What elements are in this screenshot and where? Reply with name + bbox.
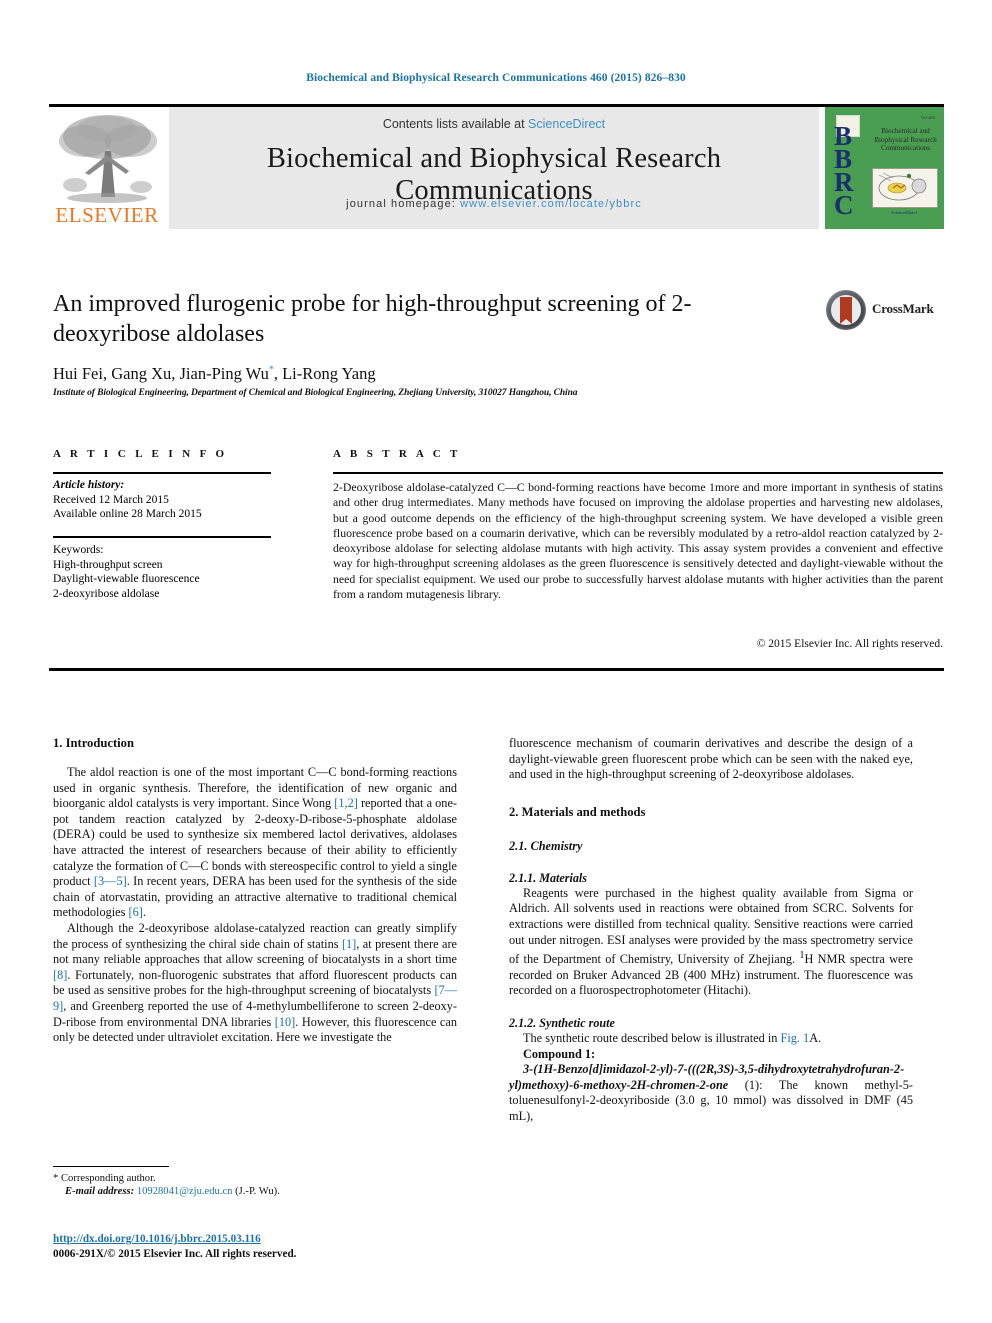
citation-link-1-2[interactable]: [1,2] bbox=[334, 796, 358, 810]
article-page: Biochemical and Biophysical Research Com… bbox=[0, 0, 992, 1323]
cover-journal-title: Biochemical and Biophysical Research Com… bbox=[874, 127, 937, 153]
compound-label: Compound 1: bbox=[523, 1046, 596, 1061]
email-label: E-mail address: bbox=[65, 1186, 135, 1198]
article-info-heading: A R T I C L E I N F O bbox=[53, 448, 228, 460]
abstract-rule-top bbox=[333, 472, 943, 474]
subsection-heading-chemistry: 2.1. Chemistry bbox=[509, 838, 583, 853]
doi-link[interactable]: http://dx.doi.org/10.1016/j.bbrc.2015.03… bbox=[53, 1233, 261, 1245]
contents-available-line: Contents lists available at ScienceDirec… bbox=[169, 117, 819, 131]
masthead-center: Contents lists available at ScienceDirec… bbox=[169, 107, 819, 229]
corresponding-author-note: * Corresponding author. bbox=[53, 1173, 156, 1184]
authors-tail: , Li-Rong Yang bbox=[273, 364, 376, 383]
doi-block: http://dx.doi.org/10.1016/j.bbrc.2015.03… bbox=[53, 1232, 457, 1261]
running-head: Biochemical and Biophysical Research Com… bbox=[306, 72, 686, 84]
abstract-text: 2-Deoxyribose aldolase-catalyzed C—C bon… bbox=[333, 480, 943, 602]
body-column-right: fluorescence mechanism of coumarin deriv… bbox=[509, 736, 913, 1125]
elsevier-logo: ELSEVIER bbox=[49, 107, 165, 230]
citation-link-3-5[interactable]: [3—5] bbox=[94, 874, 127, 888]
route-part-b: A. bbox=[809, 1031, 822, 1046]
cover-figure-thumbnail bbox=[872, 168, 938, 208]
contents-prefix: Contents lists available at bbox=[382, 117, 529, 131]
article-info-rule-mid bbox=[53, 536, 271, 538]
compound-paragraph: 3-(1H-Benzo[d]imidazol-2-yl)-7-(((2R,3S)… bbox=[509, 1062, 913, 1124]
cover-inner: Vol 460 BBRC Biochemical and Biophysical… bbox=[830, 111, 939, 225]
article-history-block: Article history: Received 12 March 2015 … bbox=[53, 478, 283, 522]
journal-cover-thumbnail: Vol 460 BBRC Biochemical and Biophysical… bbox=[825, 107, 944, 229]
elsevier-wordmark: ELSEVIER bbox=[55, 203, 159, 227]
email-note: E-mail address: 10928041@zju.edu.cn (J.-… bbox=[53, 1185, 457, 1198]
homepage-url-link[interactable]: www.elsevier.com/locate/ybbrc bbox=[460, 198, 642, 210]
article-info-rule-top bbox=[53, 472, 271, 474]
crossmark-inner-circle bbox=[831, 295, 861, 325]
intro-p2-part-c: . Fortunately, non-fluorogenic substrate… bbox=[53, 967, 457, 998]
bookmark-ribbon-icon bbox=[840, 297, 852, 324]
citation-link-8[interactable]: [8] bbox=[53, 968, 67, 982]
abstract-heading: A B S T R A C T bbox=[333, 448, 461, 460]
citation-link-1[interactable]: [1] bbox=[342, 937, 356, 951]
email-link[interactable]: 10928041@zju.edu.cn bbox=[137, 1186, 233, 1197]
issn-copyright-line: 0006-291X/© 2015 Elsevier Inc. All right… bbox=[53, 1247, 297, 1260]
keyword-item: 2-deoxyribose aldolase bbox=[53, 587, 160, 600]
keyword-item: High-throughput screen bbox=[53, 558, 163, 571]
author-list: Hui Fei, Gang Xu, Jian-Ping Wu*, Li-Rong… bbox=[53, 364, 753, 384]
keyword-item: Daylight-viewable fluorescence bbox=[53, 573, 200, 585]
abstract-copyright: © 2015 Elsevier Inc. All rights reserved… bbox=[756, 638, 943, 650]
authors-main: Hui Fei, Gang Xu, Jian-Ping Wu bbox=[53, 364, 269, 383]
homepage-label: journal homepage: bbox=[346, 198, 461, 210]
journal-homepage-line: journal homepage: www.elsevier.com/locat… bbox=[169, 198, 819, 210]
intro-paragraph-2: Although the 2-deoxyribose aldolase-cata… bbox=[53, 921, 457, 1046]
footnote-block: * Corresponding author. E-mail address: … bbox=[53, 1172, 457, 1199]
corresponding-author-text: Corresponding author. bbox=[60, 1173, 156, 1184]
intro-p1-part-d: . bbox=[142, 905, 146, 920]
affiliation: Institute of Biological Engineering, Dep… bbox=[53, 388, 578, 398]
page-title: An improved flurogenic probe for high-th… bbox=[53, 291, 692, 347]
abstract-bottom-rule bbox=[49, 668, 944, 671]
subsection-heading-synthetic-route: 2.1.2. Synthetic route bbox=[509, 1016, 615, 1031]
route-part-a: The synthetic route described below is i… bbox=[523, 1031, 781, 1046]
article-history-label: Article history: bbox=[53, 479, 125, 491]
section-heading-materials-methods: 2. Materials and methods bbox=[509, 804, 646, 819]
available-online-date: Available online 28 March 2015 bbox=[53, 508, 202, 520]
subsection-heading-materials: 2.1.1. Materials bbox=[509, 870, 587, 885]
citation-link-6[interactable]: [6] bbox=[128, 905, 142, 919]
sciencedirect-link[interactable]: ScienceDirect bbox=[528, 117, 605, 131]
keywords-block: Keywords: High-throughput screen Dayligh… bbox=[53, 543, 283, 601]
right-paragraph-continuation: fluorescence mechanism of coumarin deriv… bbox=[509, 736, 913, 782]
elsevier-tree-icon bbox=[55, 111, 159, 203]
figure-link-fig1[interactable]: Fig. 1 bbox=[780, 1031, 809, 1045]
crossmark-badge[interactable]: CrossMark bbox=[826, 287, 944, 333]
email-attribution: (J.-P. Wu). bbox=[232, 1186, 280, 1198]
body-column-left: 1. Introduction The aldol reaction is on… bbox=[53, 736, 457, 1046]
journal-masthead: ELSEVIER Contents lists available at Sci… bbox=[49, 104, 944, 230]
crossmark-icon bbox=[826, 290, 866, 330]
citation-link-10[interactable]: [10] bbox=[275, 1015, 296, 1029]
section-heading-introduction: 1. Introduction bbox=[53, 736, 134, 750]
intro-paragraph-1: The aldol reaction is one of the most im… bbox=[53, 765, 457, 921]
cover-bbrc-letters: BBRC bbox=[834, 121, 854, 220]
footnote-rule bbox=[53, 1166, 169, 1167]
keywords-label: Keywords: bbox=[53, 544, 104, 556]
route-paragraph: The synthetic route described below is i… bbox=[509, 1031, 913, 1047]
cover-footer-text: ScienceDirect bbox=[891, 210, 917, 215]
crossmark-label: CrossMark bbox=[872, 301, 934, 316]
cover-volume-text: Vol 460 bbox=[920, 115, 935, 120]
materials-paragraph: Reagents were purchased in the highest q… bbox=[509, 886, 913, 999]
received-date: Received 12 March 2015 bbox=[53, 493, 169, 506]
